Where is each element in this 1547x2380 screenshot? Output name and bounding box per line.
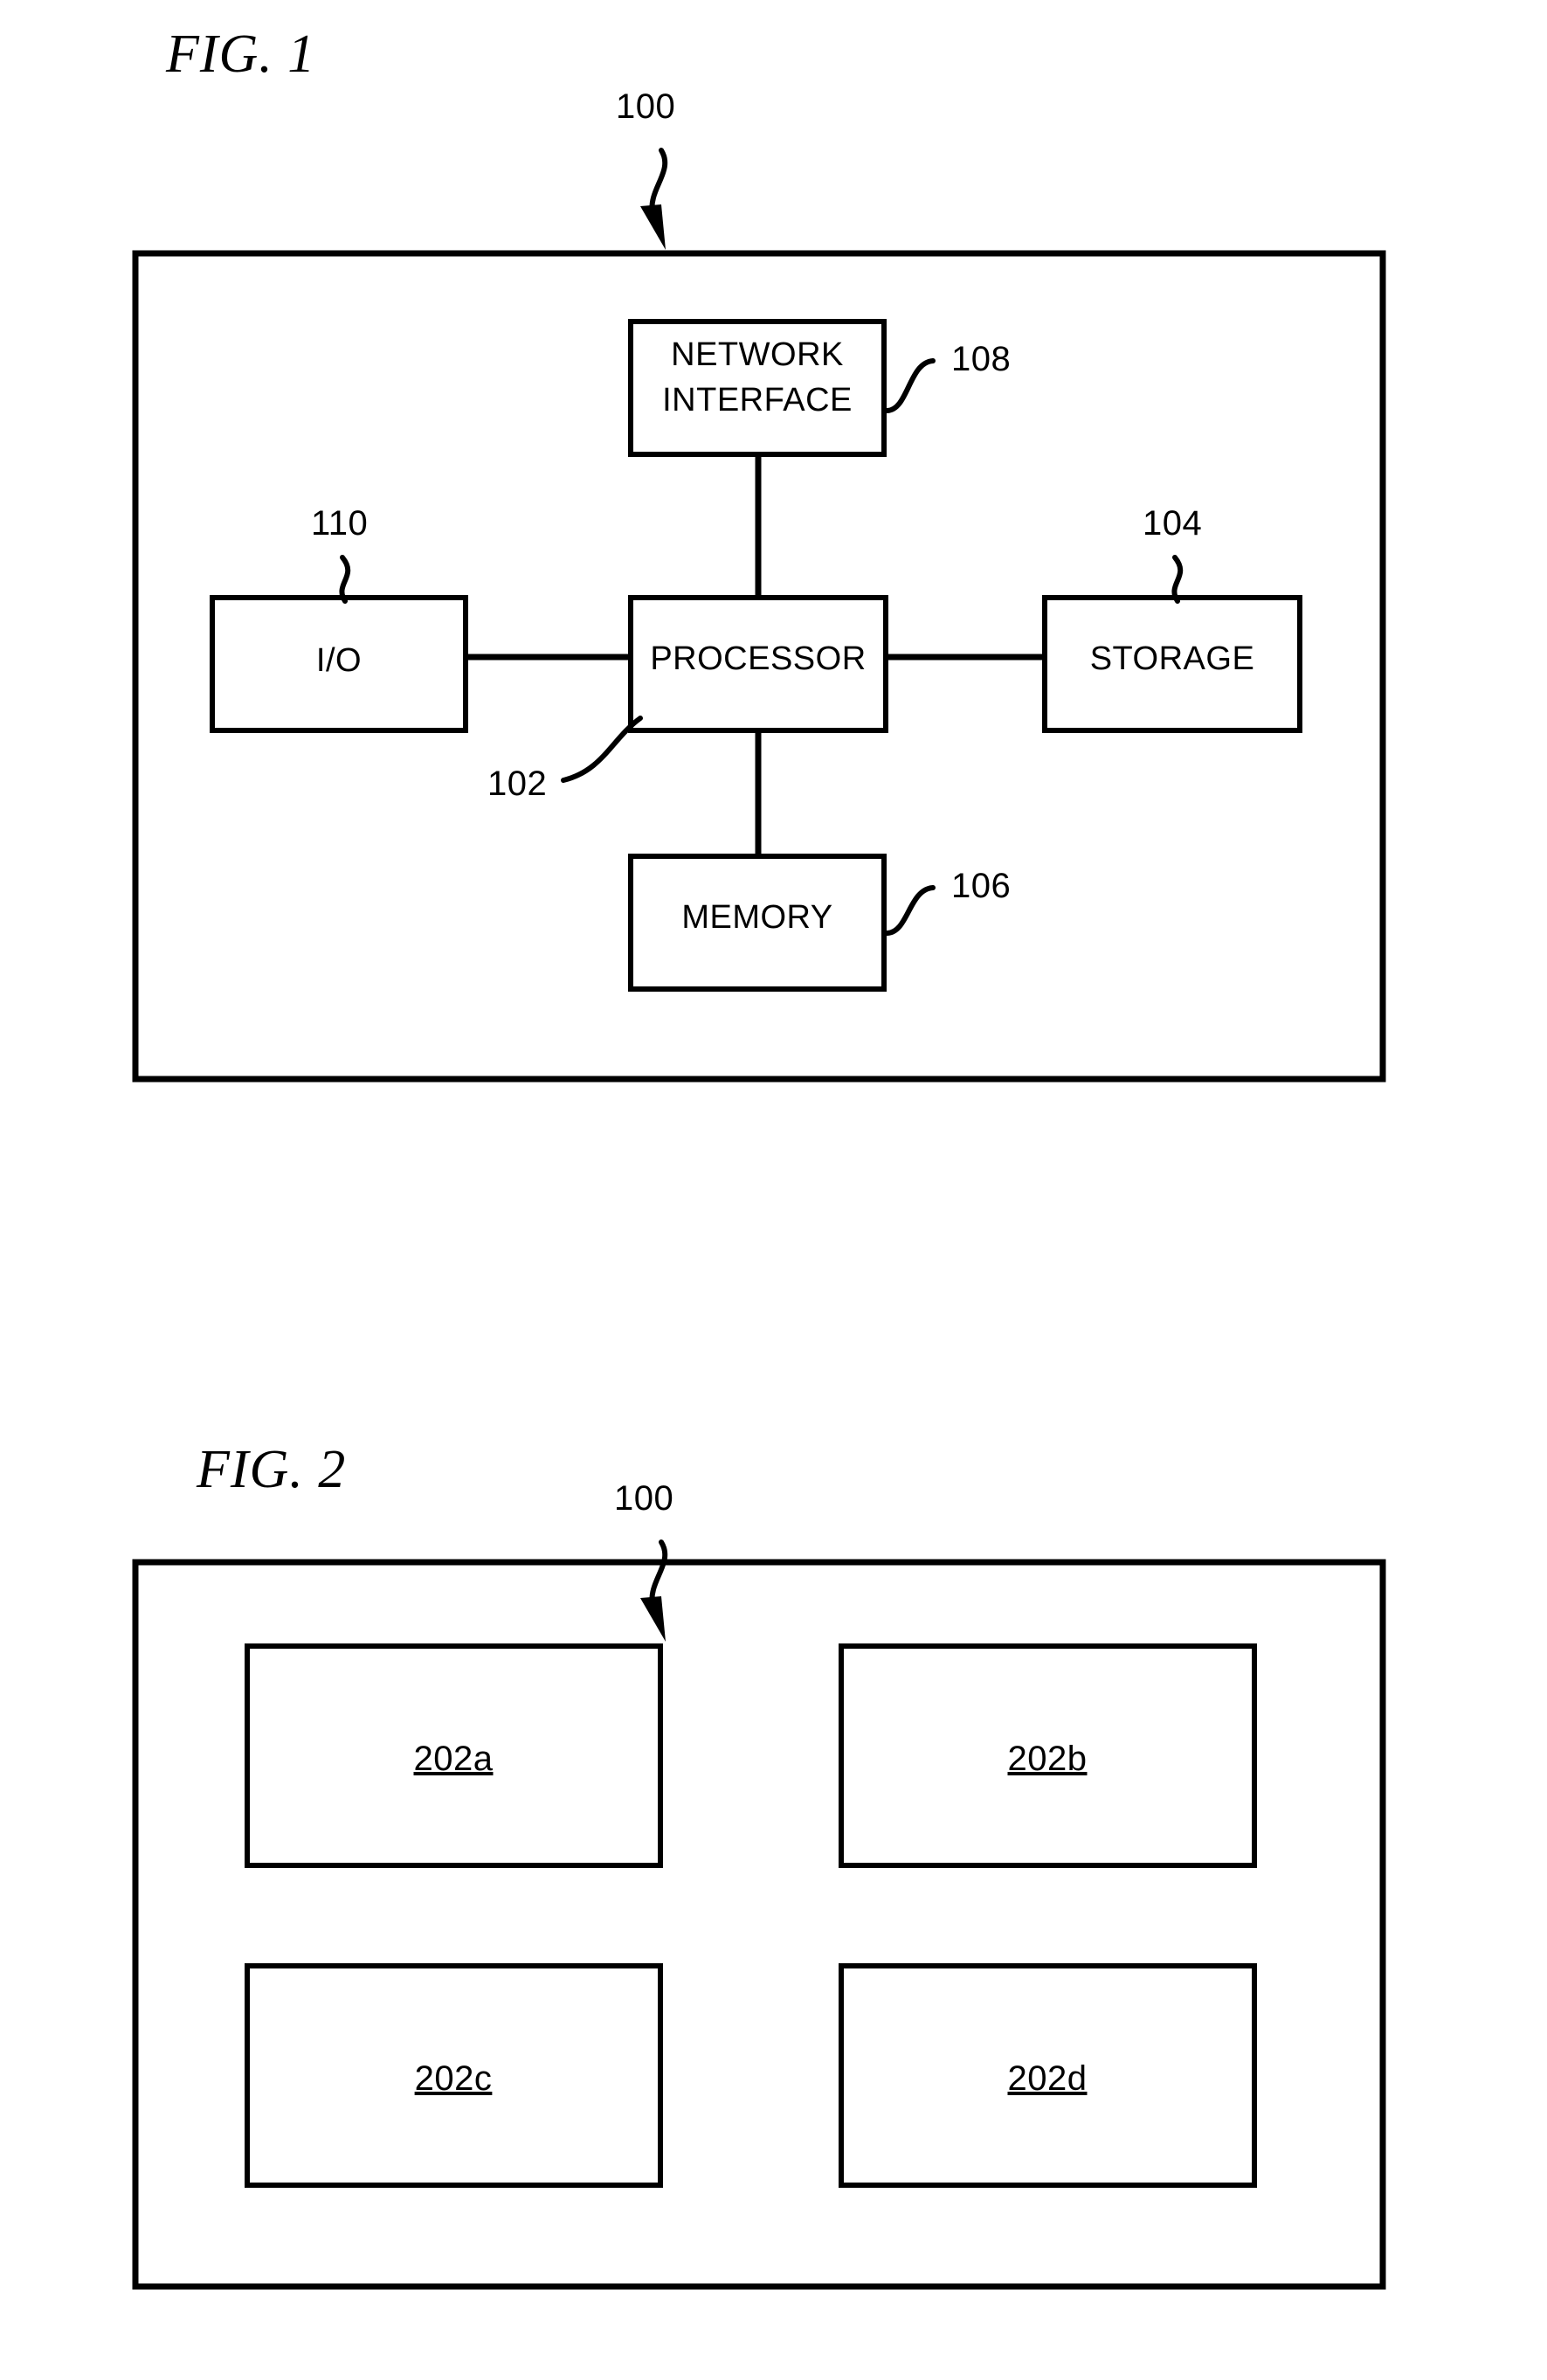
reference-102-label: 102 bbox=[487, 765, 547, 803]
block-network-interface-label-line2: INTERFACE bbox=[662, 382, 853, 419]
reference-104-label: 104 bbox=[1143, 504, 1202, 543]
figure-1-system-reference-label: 100 bbox=[616, 87, 675, 126]
block-storage[interactable]: STORAGE bbox=[1042, 595, 1302, 733]
module-202b-label: 202b bbox=[1008, 1740, 1088, 1778]
block-memory-label: MEMORY bbox=[681, 899, 832, 936]
module-202d[interactable]: 202d bbox=[839, 1963, 1257, 2188]
figure-2: FIG. 2 100 202a 202b 202c 202d bbox=[132, 1440, 1386, 2290]
module-202a-label: 202a bbox=[414, 1740, 494, 1778]
figure-1-system-leader-arrow bbox=[640, 148, 668, 250]
reference-106-label: 106 bbox=[951, 867, 1011, 905]
reference-106: 106 bbox=[884, 867, 1011, 936]
block-network-interface-label-line1: NETWORK bbox=[671, 336, 844, 373]
figure-2-title: FIG. 2 bbox=[196, 1440, 346, 1499]
module-202a[interactable]: 202a bbox=[245, 1643, 663, 1868]
reference-110: 110 bbox=[311, 504, 368, 604]
module-202c-label: 202c bbox=[415, 2059, 493, 2098]
module-202d-label: 202d bbox=[1008, 2059, 1088, 2098]
block-memory[interactable]: MEMORY bbox=[628, 854, 887, 992]
figure-2-system-reference-label: 100 bbox=[614, 1479, 673, 1518]
reference-108: 108 bbox=[884, 340, 1011, 413]
figure-2-system-leader-arrow bbox=[640, 1539, 668, 1642]
block-network-interface[interactable]: NETWORK INTERFACE bbox=[628, 319, 887, 457]
module-202c[interactable]: 202c bbox=[245, 1963, 663, 2188]
block-processor[interactable]: PROCESSOR bbox=[628, 595, 888, 733]
reference-110-label: 110 bbox=[311, 504, 368, 543]
figure-1-title: FIG. 1 bbox=[165, 24, 315, 84]
reference-102: 102 bbox=[487, 716, 643, 803]
module-202b[interactable]: 202b bbox=[839, 1643, 1257, 1868]
block-io-label: I/O bbox=[316, 642, 362, 679]
block-io[interactable]: I/O bbox=[210, 595, 468, 733]
reference-104: 104 bbox=[1143, 504, 1202, 604]
reference-108-label: 108 bbox=[951, 340, 1011, 378]
patent-drawing-sheet: FIG. 1 100 NETWORK INTERFACE 108 I/O 110… bbox=[0, 0, 1547, 2380]
block-processor-label: PROCESSOR bbox=[650, 640, 866, 677]
figure-1: FIG. 1 100 NETWORK INTERFACE 108 I/O 110… bbox=[132, 24, 1386, 1083]
block-storage-label: STORAGE bbox=[1090, 640, 1255, 677]
